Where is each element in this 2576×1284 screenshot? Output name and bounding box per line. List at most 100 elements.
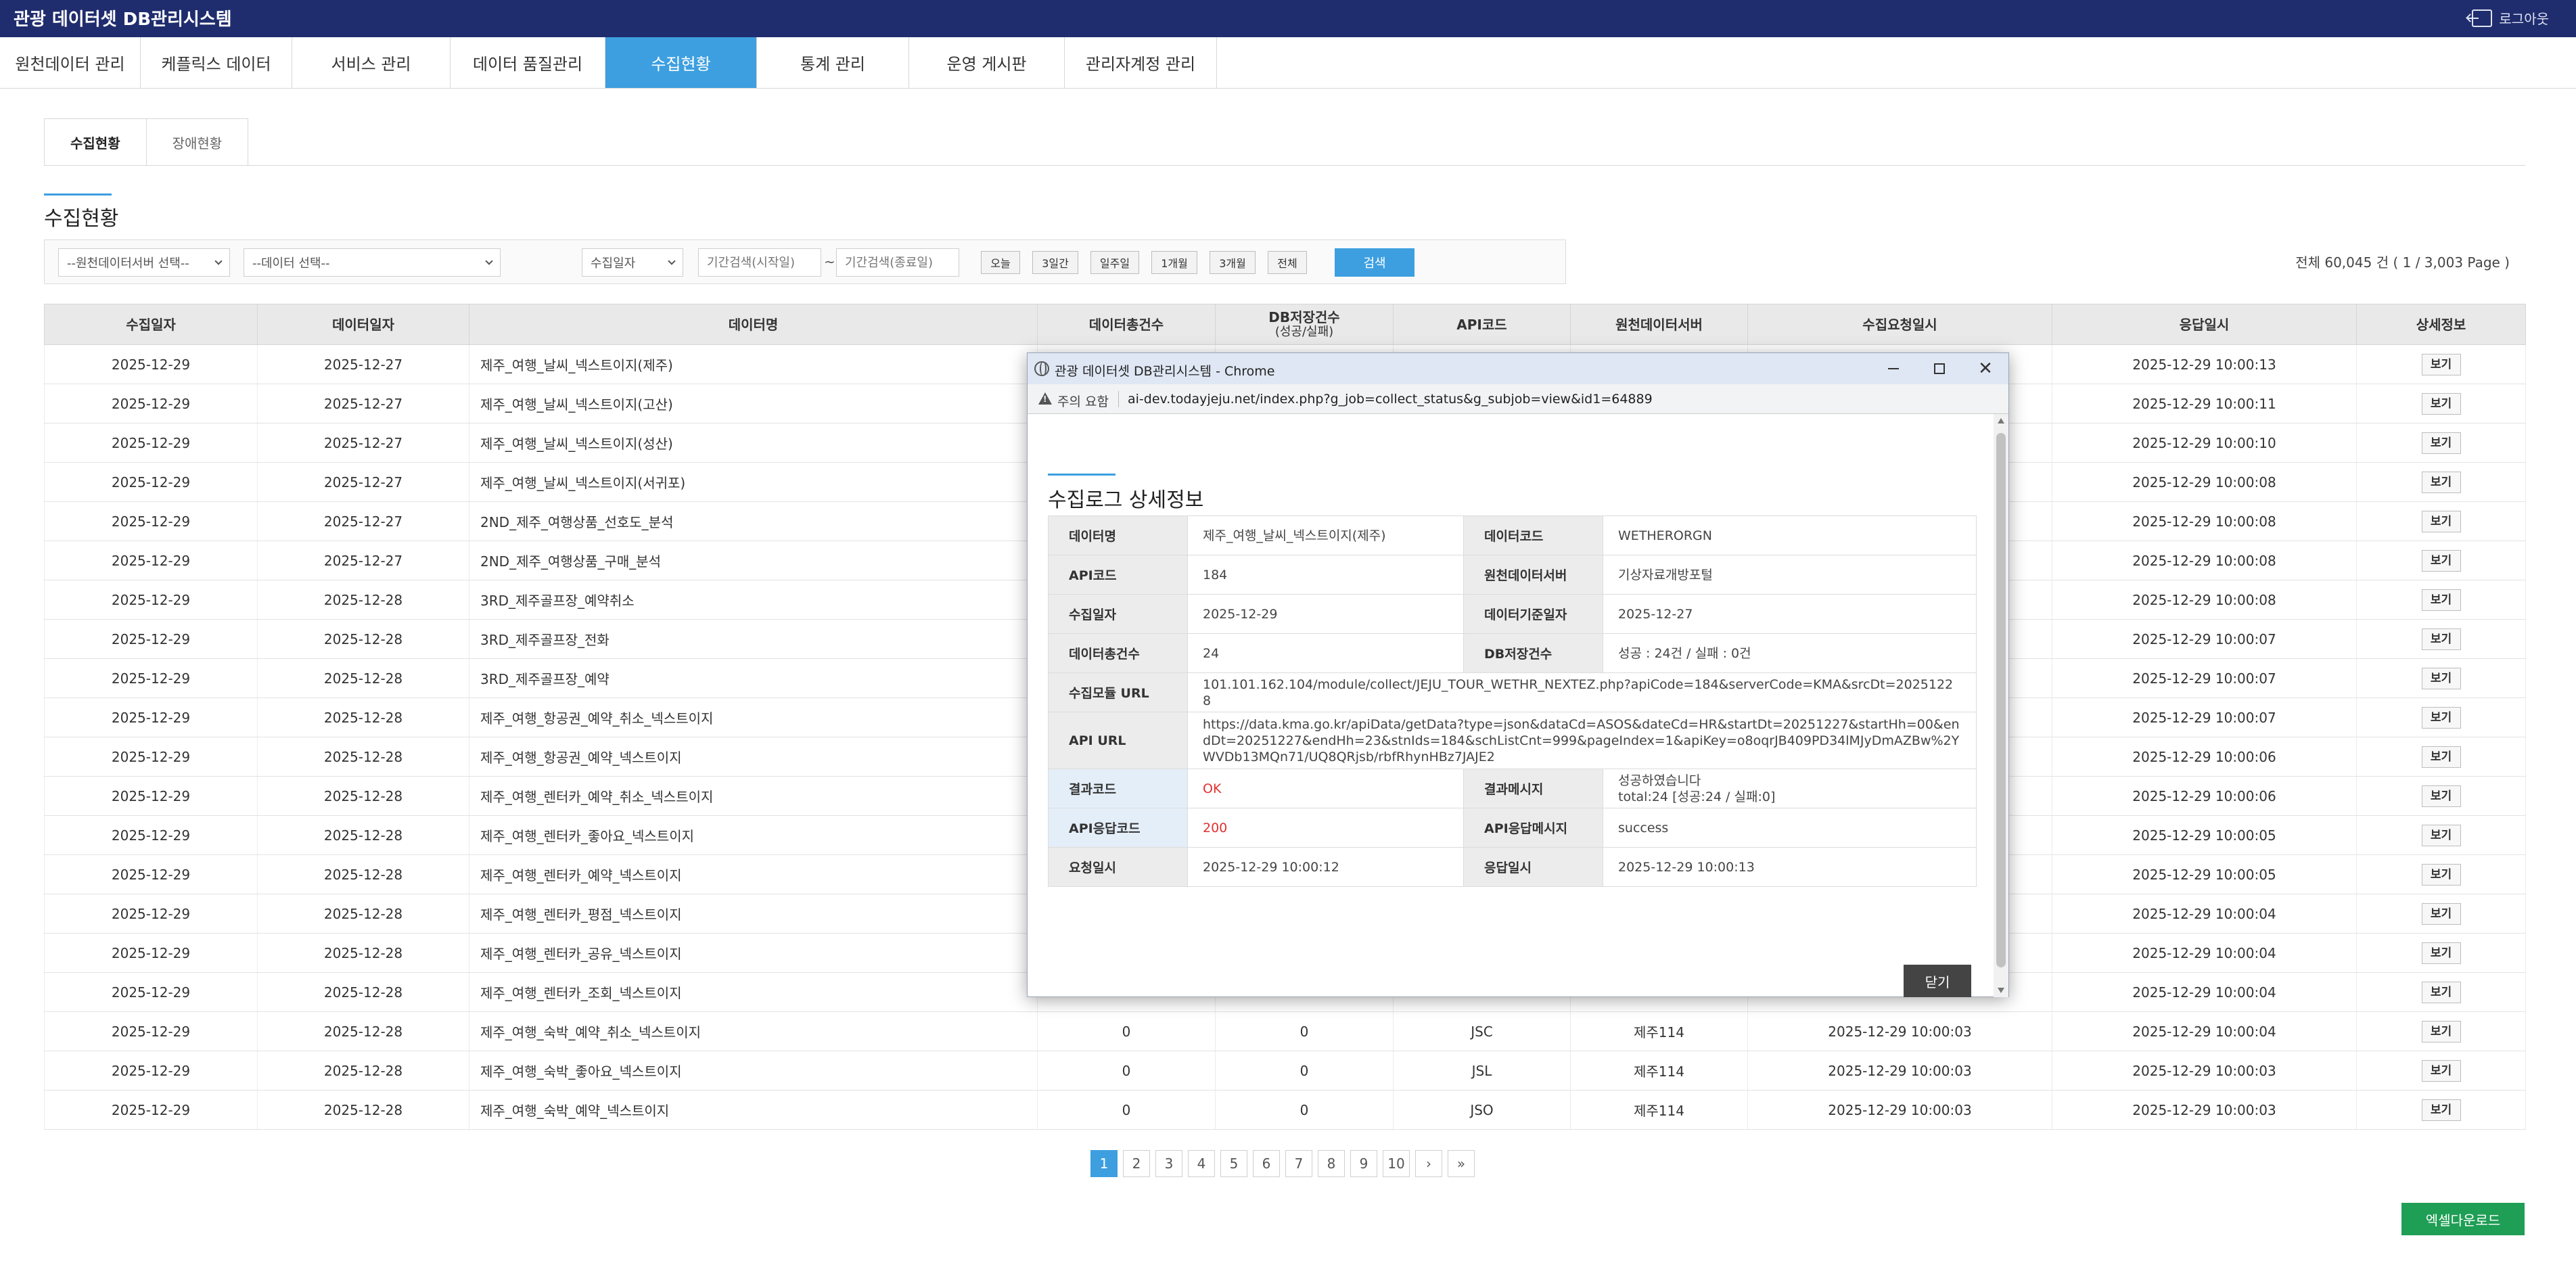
view-detail-button[interactable]: 보기 bbox=[2421, 706, 2461, 729]
cell-data-date: 2025-12-28 bbox=[257, 776, 469, 816]
section-title: 수집현황 bbox=[44, 193, 118, 231]
minimize-button[interactable] bbox=[1870, 353, 1916, 384]
close-window-button[interactable]: ✕ bbox=[1962, 353, 2008, 384]
cell-data-name: 3RD_제주골프장_예약 bbox=[469, 658, 1038, 698]
view-detail-button[interactable]: 보기 bbox=[2421, 824, 2461, 846]
quick-all-button[interactable]: 전체 bbox=[1268, 251, 1307, 274]
nav-item-stats[interactable]: 통계 관리 bbox=[757, 37, 909, 88]
view-detail-button[interactable]: 보기 bbox=[2421, 432, 2461, 454]
page-5[interactable]: 5 bbox=[1220, 1150, 1247, 1177]
last-page-button[interactable]: » bbox=[1448, 1150, 1475, 1177]
label-api-code: API코드 bbox=[1048, 555, 1188, 595]
view-detail-button[interactable]: 보기 bbox=[2421, 785, 2461, 807]
start-date-input[interactable] bbox=[698, 248, 821, 277]
label-api-url: API URL bbox=[1048, 712, 1188, 769]
cell-data-date: 2025-12-27 bbox=[257, 501, 469, 541]
security-warning-label[interactable]: 주의 요함 bbox=[1057, 392, 1109, 410]
nav-divider bbox=[0, 88, 2576, 89]
cell-collect-date: 2025-12-29 bbox=[44, 894, 258, 934]
quick-3days-button[interactable]: 3일간 bbox=[1032, 251, 1078, 274]
page-7[interactable]: 7 bbox=[1285, 1150, 1312, 1177]
page-3[interactable]: 3 bbox=[1155, 1150, 1182, 1177]
cell-api-code: JSC bbox=[1393, 1011, 1571, 1051]
cell-data-name: 제주_여행_렌터카_조회_넥스트이지 bbox=[469, 972, 1038, 1012]
nav-item-collect-status[interactable]: 수집현황 bbox=[605, 37, 757, 88]
view-detail-button[interactable]: 보기 bbox=[2421, 1059, 2461, 1082]
view-detail-button[interactable]: 보기 bbox=[2421, 549, 2461, 572]
view-detail-button[interactable]: 보기 bbox=[2421, 510, 2461, 532]
nav-item-source-data[interactable]: 원천데이터 관리 bbox=[0, 37, 141, 88]
value-source-server: 기상자료개방포털 bbox=[1603, 555, 1977, 595]
page-10[interactable]: 10 bbox=[1383, 1150, 1410, 1177]
page-9[interactable]: 9 bbox=[1350, 1150, 1377, 1177]
quick-week-button[interactable]: 일주일 bbox=[1090, 251, 1139, 274]
view-detail-button[interactable]: 보기 bbox=[2421, 628, 2461, 650]
date-type-select[interactable]: 수집일자 bbox=[582, 248, 683, 277]
cell-response-time: 2025-12-29 10:00:03 bbox=[2052, 1090, 2357, 1130]
data-select[interactable]: --데이터 선택-- bbox=[244, 248, 501, 277]
page-2[interactable]: 2 bbox=[1123, 1150, 1150, 1177]
logout-button[interactable]: 로그아웃 bbox=[2468, 8, 2549, 28]
page-1[interactable]: 1 bbox=[1090, 1150, 1118, 1177]
view-detail-button[interactable]: 보기 bbox=[2421, 863, 2461, 886]
popup-scrollbar[interactable] bbox=[1994, 414, 2008, 997]
view-detail-button[interactable]: 보기 bbox=[2421, 902, 2461, 925]
cell-collect-date: 2025-12-29 bbox=[44, 619, 258, 659]
page-6[interactable]: 6 bbox=[1253, 1150, 1280, 1177]
view-detail-button[interactable]: 보기 bbox=[2421, 471, 2461, 493]
maximize-button[interactable] bbox=[1916, 353, 1962, 384]
popup-titlebar[interactable]: 관광 데이터셋 DB관리시스템 - Chrome ✕ bbox=[1028, 353, 2008, 384]
view-detail-button[interactable]: 보기 bbox=[2421, 392, 2461, 415]
quick-today-button[interactable]: 오늘 bbox=[981, 251, 1020, 274]
quick-3month-button[interactable]: 3개월 bbox=[1210, 251, 1256, 274]
cell-source-server: 제주114 bbox=[1570, 1051, 1748, 1091]
nav-item-quality[interactable]: 데이터 품질관리 bbox=[451, 37, 605, 88]
cell-detail: 보기 bbox=[2356, 972, 2526, 1012]
source-server-select[interactable]: --원천데이터서버 선택-- bbox=[58, 248, 230, 277]
page-4[interactable]: 4 bbox=[1188, 1150, 1215, 1177]
page-8[interactable]: 8 bbox=[1318, 1150, 1345, 1177]
view-detail-button[interactable]: 보기 bbox=[2421, 353, 2461, 375]
nav-item-admin-account[interactable]: 관리자계정 관리 bbox=[1065, 37, 1217, 88]
value-result-message: 성공하였습니다 total:24 [성공:24 / 실패:0] bbox=[1603, 769, 1977, 808]
close-button[interactable]: 닫기 bbox=[1904, 965, 1971, 997]
label-data-name: 데이터명 bbox=[1048, 515, 1188, 555]
header-source-server: 원천데이터서버 bbox=[1570, 304, 1748, 345]
detail-row: API코드 184 원천데이터서버 기상자료개방포털 bbox=[1048, 555, 1977, 595]
cell-data-date: 2025-12-28 bbox=[257, 972, 469, 1012]
tab-collect-status[interactable]: 수집현황 bbox=[44, 118, 147, 166]
view-detail-button[interactable]: 보기 bbox=[2421, 1099, 2461, 1121]
nav-item-keplix-data[interactable]: 케플릭스 데이터 bbox=[141, 37, 292, 88]
view-detail-button[interactable]: 보기 bbox=[2421, 1020, 2461, 1042]
nav-item-board[interactable]: 운영 게시판 bbox=[909, 37, 1065, 88]
view-detail-button[interactable]: 보기 bbox=[2421, 589, 2461, 611]
next-page-button[interactable]: › bbox=[1415, 1150, 1442, 1177]
value-data-code: WETHERORGN bbox=[1603, 515, 1977, 555]
header-data-date: 데이터일자 bbox=[257, 304, 469, 345]
nav-item-service[interactable]: 서비스 관리 bbox=[292, 37, 451, 88]
cell-total-count: 0 bbox=[1037, 1090, 1216, 1130]
search-button[interactable]: 검색 bbox=[1335, 248, 1414, 277]
scroll-thumb[interactable] bbox=[1996, 433, 2006, 967]
maximize-icon bbox=[1934, 363, 1945, 374]
popup-url[interactable]: ai-dev.todayjeju.net/index.php?g_job=col… bbox=[1128, 392, 1653, 407]
value-module-url: 101.101.162.104/module/collect/JEJU_TOUR… bbox=[1187, 672, 1977, 712]
result-message-line1: 성공하였습니다 bbox=[1618, 773, 1701, 788]
cell-response-time: 2025-12-29 10:00:04 bbox=[2052, 1011, 2357, 1051]
view-detail-button[interactable]: 보기 bbox=[2421, 746, 2461, 768]
view-detail-button[interactable]: 보기 bbox=[2421, 942, 2461, 964]
view-detail-button[interactable]: 보기 bbox=[2421, 667, 2461, 689]
view-detail-button[interactable]: 보기 bbox=[2421, 981, 2461, 1003]
cell-data-name: 제주_여행_숙박_예약_취소_넥스트이지 bbox=[469, 1011, 1038, 1051]
scroll-down-icon bbox=[1998, 988, 2004, 993]
cell-collect-date: 2025-12-29 bbox=[44, 854, 258, 894]
quick-1month-button[interactable]: 1개월 bbox=[1151, 251, 1197, 274]
table-row: 2025-12-29 2025-12-28 제주_여행_숙박_예약_넥스트이지 0 0 J… bbox=[44, 1090, 2526, 1130]
label-result-code: 결과코드 bbox=[1048, 769, 1188, 808]
tab-failure-status[interactable]: 장애현황 bbox=[146, 118, 249, 166]
header-detail: 상세정보 bbox=[2356, 304, 2526, 345]
excel-download-button[interactable]: 엑셀다운로드 bbox=[2401, 1203, 2525, 1235]
end-date-input[interactable] bbox=[836, 248, 959, 277]
cell-collect-date: 2025-12-29 bbox=[44, 1011, 258, 1051]
cell-detail: 보기 bbox=[2356, 501, 2526, 541]
